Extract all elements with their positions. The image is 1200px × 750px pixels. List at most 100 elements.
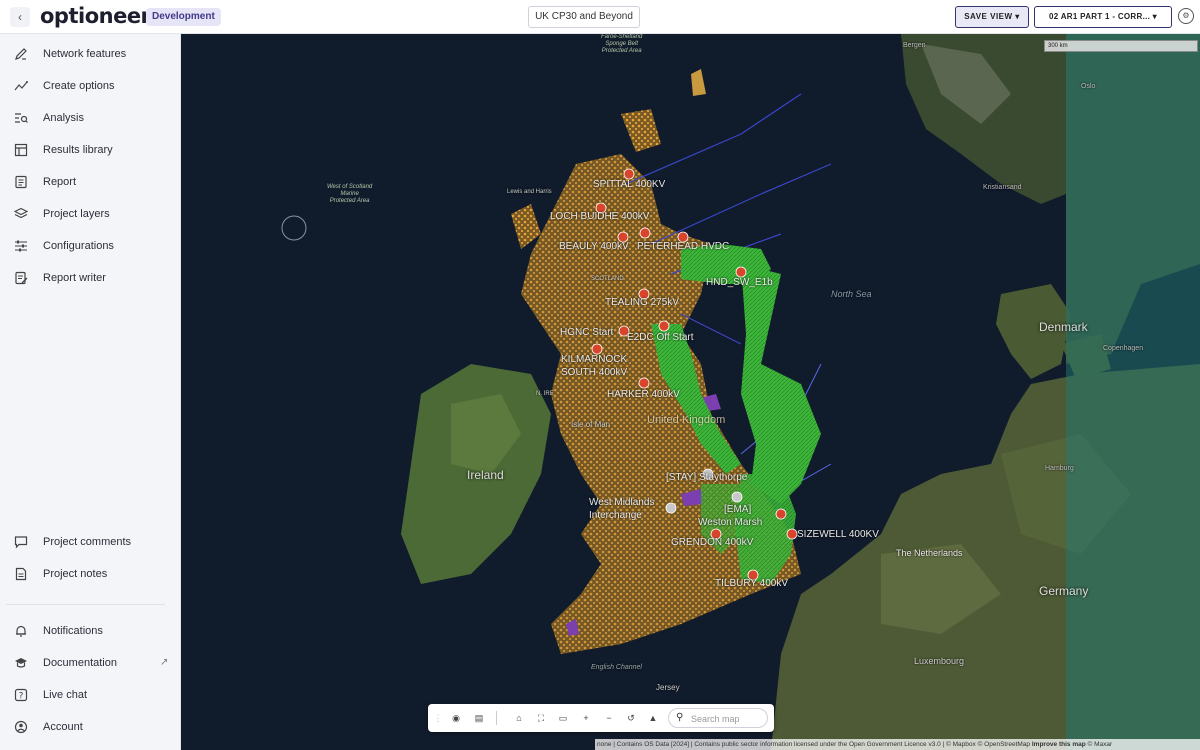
substation-label[interactable]: PETERHEAD HVDC bbox=[637, 241, 729, 252]
report-writer-icon bbox=[14, 271, 28, 285]
sidebar-item-label: Report writer bbox=[43, 272, 106, 284]
back-button[interactable]: ‹ bbox=[10, 7, 30, 27]
sidebar-item-label: Report bbox=[43, 176, 77, 188]
place-label: Jersey bbox=[656, 683, 680, 692]
drag-handle-icon[interactable]: ⋮ bbox=[430, 710, 446, 726]
place-label: Isle of Man bbox=[571, 420, 611, 429]
substation-label[interactable]: Weston Marsh bbox=[698, 517, 762, 528]
place-label: North Sea bbox=[831, 289, 872, 299]
substation-label[interactable]: GRENDON 400kV bbox=[671, 537, 753, 548]
scenario-selector[interactable]: 02 AR1 PART 1 - CORR... ▾ bbox=[1034, 6, 1172, 28]
map-canvas[interactable]: Ireland Denmark Germany The Netherlands … bbox=[181, 34, 1200, 750]
sidebar-item-notifications[interactable]: Notifications bbox=[0, 618, 181, 646]
sidebar-item-documentation[interactable]: Documentation ↗ bbox=[0, 650, 181, 678]
substation-label[interactable]: E2DC Off Start bbox=[627, 332, 694, 343]
substation-markers bbox=[591, 168, 798, 581]
map-search[interactable]: ⚲ bbox=[668, 708, 768, 728]
sidebar-item-report[interactable]: Report bbox=[0, 169, 181, 197]
zoom-in-icon[interactable]: + bbox=[578, 710, 594, 726]
search-icon: ⚲ bbox=[676, 712, 684, 723]
substation-label[interactable]: SIZEWELL 400KV bbox=[797, 529, 879, 540]
country-label: Denmark bbox=[1039, 320, 1088, 334]
substation-label[interactable]: HND_SW_E1b bbox=[706, 277, 773, 288]
project-selector[interactable]: UK CP30 and Beyond bbox=[528, 6, 640, 28]
substation-label[interactable]: HGNC Start bbox=[560, 327, 613, 338]
substation-marker bbox=[638, 377, 650, 389]
sidebar-item-configurations[interactable]: Configurations bbox=[0, 233, 181, 261]
sidebar-item-label: Configurations bbox=[43, 240, 114, 252]
search-input[interactable] bbox=[691, 711, 763, 726]
substation-label[interactable]: TEALING 275kV bbox=[605, 297, 679, 308]
substation-label[interactable]: KILMARNOCK SOUTH 400kV bbox=[561, 353, 641, 379]
sidebar-item-label: Documentation bbox=[43, 657, 117, 669]
layers-icon bbox=[13, 207, 29, 221]
place-label: Hamburg bbox=[1045, 465, 1074, 472]
sidebar-item-label: Notifications bbox=[43, 625, 103, 637]
place-label: Oslo bbox=[1081, 83, 1096, 90]
map-scale: 300 km bbox=[1044, 40, 1198, 52]
bell-icon bbox=[14, 624, 28, 638]
country-label: Germany bbox=[1039, 584, 1089, 598]
graduation-cap-icon bbox=[14, 656, 28, 670]
sidebar-item-results-library[interactable]: Results library bbox=[0, 137, 181, 165]
sidebar-item-analysis[interactable]: Analysis bbox=[0, 105, 181, 133]
substation-label[interactable]: TILBURY 400kV bbox=[715, 578, 788, 589]
measure-icon[interactable]: ▭ bbox=[555, 710, 571, 726]
country-label: Ireland bbox=[467, 468, 504, 482]
home-icon[interactable]: ⌂ bbox=[511, 710, 527, 726]
sidebar-item-project-notes[interactable]: Project notes bbox=[0, 561, 181, 589]
sidebar-item-label: Project notes bbox=[43, 568, 108, 580]
substation-label[interactable]: West Midlands Interchange bbox=[589, 496, 677, 522]
substation-marker bbox=[731, 491, 743, 503]
place-label: Copenhagen bbox=[1103, 345, 1144, 352]
settings-icon[interactable]: ⚙ bbox=[1178, 8, 1194, 24]
top-bar: ‹ optioneer Development UK CP30 and Beyo… bbox=[0, 0, 1200, 34]
substation-label[interactable]: SPITTAL 400KV bbox=[593, 179, 665, 190]
save-view-button[interactable]: SAVE VIEW ▾ bbox=[955, 6, 1029, 28]
sidebar-item-label: Network features bbox=[43, 48, 127, 60]
report-icon bbox=[14, 175, 28, 189]
analysis-icon bbox=[14, 111, 28, 125]
substation-label[interactable]: BEAULY 400kV bbox=[559, 241, 629, 252]
map-attribution: none | Contains OS Data [2024] | Contain… bbox=[595, 739, 1200, 750]
improve-map-link[interactable]: Improve this map bbox=[1032, 741, 1086, 748]
sidebar-item-label: Create options bbox=[43, 80, 115, 92]
sidebar-item-network-features[interactable]: Network features bbox=[0, 41, 181, 69]
zoom-out-icon[interactable]: − bbox=[601, 710, 617, 726]
place-label: N. IRE bbox=[536, 391, 554, 397]
substation-label[interactable]: HARKER 400kV bbox=[607, 389, 680, 400]
map-style-icon[interactable]: ▤ bbox=[471, 710, 487, 726]
route-icon bbox=[14, 79, 28, 93]
sidebar-item-report-writer[interactable]: Report writer bbox=[0, 265, 181, 293]
map-toolbar: ⋮ ◉ ▤ ⌂ ⛶ ▭ + − ↺ ▲ ⚲ bbox=[428, 704, 774, 732]
sidebar-item-label: Account bbox=[43, 721, 83, 733]
sidebar-item-project-layers[interactable]: Project layers bbox=[0, 201, 181, 229]
location-icon[interactable]: ◉ bbox=[448, 710, 464, 726]
marine-area-label: West of Scotland Marine Protected Area bbox=[327, 184, 373, 204]
user-icon bbox=[14, 720, 28, 734]
substation-label[interactable]: [EMA] bbox=[724, 504, 751, 515]
substation-label[interactable]: LOCH BUIDHE 400kV bbox=[550, 211, 649, 222]
sidebar-item-project-comments[interactable]: Project comments bbox=[0, 529, 181, 557]
sidebar-item-label: Live chat bbox=[43, 689, 88, 701]
app-logo: optioneer bbox=[40, 4, 151, 28]
fullscreen-icon[interactable]: ⛶ bbox=[533, 710, 549, 726]
attribution-text: none | Contains OS Data [2024] | Contain… bbox=[597, 741, 1032, 748]
toolbar-divider bbox=[496, 711, 497, 725]
substation-label[interactable]: [STAY] Staythorpe bbox=[666, 472, 747, 483]
rotate-icon[interactable]: ↺ bbox=[623, 710, 639, 726]
sidebar-item-label: Project layers bbox=[43, 208, 110, 220]
substation-marker bbox=[658, 320, 670, 332]
sidebar-item-create-options[interactable]: Create options bbox=[0, 73, 181, 101]
svg-text:?: ? bbox=[19, 692, 24, 702]
attribution-text-end: © Maxar bbox=[1085, 741, 1113, 748]
sidebar-item-live-chat[interactable]: ? Live chat bbox=[0, 682, 181, 710]
external-link-icon: ↗ bbox=[160, 657, 169, 668]
table-icon bbox=[14, 143, 28, 157]
help-icon: ? bbox=[14, 688, 28, 702]
compass-icon[interactable]: ▲ bbox=[645, 710, 661, 726]
sidebar-item-account[interactable]: Account bbox=[0, 714, 181, 742]
place-label: Bergen bbox=[903, 42, 926, 49]
substation-marker bbox=[786, 528, 798, 540]
place-label: English Channel bbox=[591, 664, 642, 671]
